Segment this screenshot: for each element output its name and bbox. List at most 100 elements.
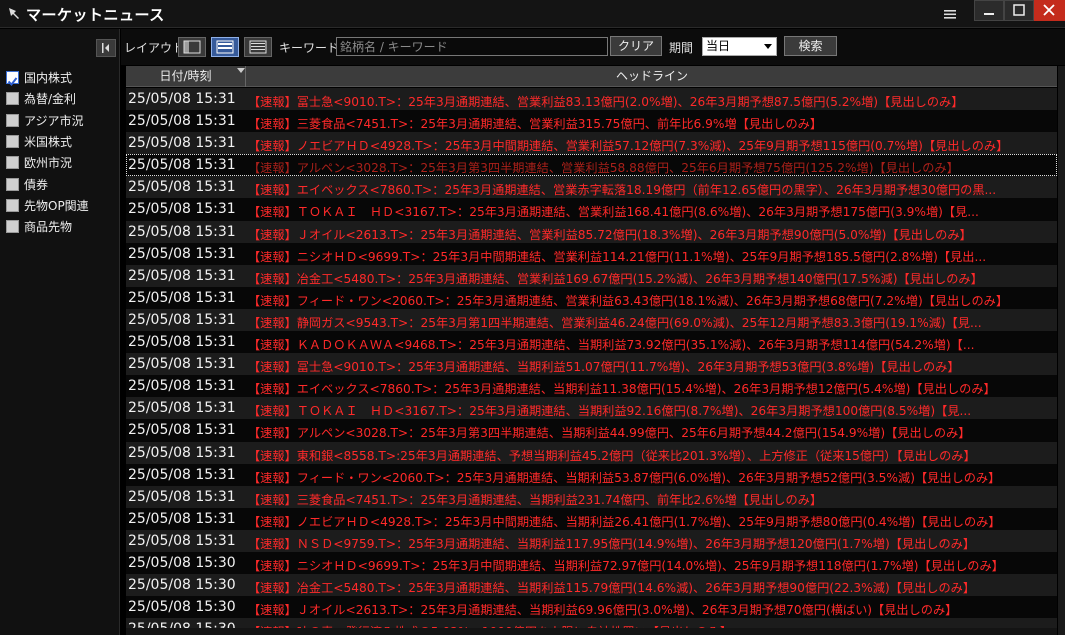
category-item[interactable]: 米国株式 xyxy=(6,133,116,151)
checkbox[interactable] xyxy=(6,113,19,127)
checkbox[interactable] xyxy=(6,177,19,191)
row-headline[interactable]: 【速報】冶金工<5480.T>：25年3月通期連結、当期利益115.79億円(1… xyxy=(248,578,975,596)
search-button[interactable]: 検索 xyxy=(784,36,837,56)
layout-dense-icon xyxy=(249,40,267,54)
checkbox[interactable] xyxy=(6,92,19,106)
table-row[interactable]: 25/05/08 15:31 【速報】ノエビアＨＤ<4928.T>：25年3月中間… xyxy=(126,507,1057,530)
row-headline[interactable]: 【速報】ノエビアＨＤ<4928.T>：25年3月中間期連結、当期利益26.41億… xyxy=(248,512,1001,530)
checkbox[interactable] xyxy=(6,198,19,212)
table-row[interactable]: 25/05/08 15:31 【速報】Ｊオイル<2613.T>：25年3月通期連結… xyxy=(126,220,1057,243)
row-headline[interactable]: 【速報】ＴＯＫＡＩ ＨＤ<3167.T>：25年3月通期連結、当期利益92.16… xyxy=(248,401,971,419)
table-row[interactable]: 25/05/08 15:31 【速報】冶金工<5480.T>：25年3月通期連結、… xyxy=(126,264,1057,287)
row-headline[interactable]: 【速報】冶金工<5480.T>：25年3月通期連結、営業利益169.67億円(1… xyxy=(248,269,983,287)
table-row[interactable]: 25/05/08 15:31 【速報】ニシオＨＤ<9699.T>：25年3月中間期… xyxy=(126,242,1057,265)
row-headline[interactable]: 【速報】アルペン<3028.T>：25年3月第3四半期連結、営業利益58.88億… xyxy=(248,158,959,176)
row-headline[interactable]: 【速報】冨士急<9010.T>：25年3月通期連結、当期利益51.07億円(11… xyxy=(248,357,960,375)
row-headline[interactable]: 【速報】フィード・ワン<2060.T>：25年3月通期連結、営業利益63.43億… xyxy=(248,291,1008,309)
hamburger-icon[interactable] xyxy=(942,6,958,22)
row-headline[interactable]: 【速報】静岡ガス<9543.T>：25年3月第1四半期連結、営業利益46.24億… xyxy=(248,313,982,331)
category-item[interactable]: 為替/金利 xyxy=(6,90,116,108)
table-row[interactable]: 25/05/08 15:31 【速報】三菱食品<7451.T>：25年3月通期連結… xyxy=(126,110,1057,133)
checkmark-icon xyxy=(7,77,18,87)
table-row[interactable]: 25/05/08 15:31 【速報】静岡ガス<9543.T>：25年3月第1四半… xyxy=(126,308,1057,332)
period-select[interactable]: 当日 xyxy=(702,37,777,56)
row-headline[interactable]: 【速報】エイベックス<7860.T>：25年3月通期連結、当期利益11.38億円… xyxy=(248,379,996,397)
column-header-date[interactable]: 日付/時刻 xyxy=(126,66,246,87)
table-row[interactable]: 25/05/08 15:30 【速報】Ｊオイル<2613.T>：25年3月通期連結… xyxy=(126,596,1057,619)
period-label: 期間 xyxy=(669,41,694,55)
minimize-button[interactable] xyxy=(974,0,1004,21)
table-row[interactable]: 25/05/08 15:31 【速報】ＴＯＫＡＩ ＨＤ<3167.T>：25年3月… xyxy=(126,198,1057,221)
row-headline[interactable]: 【速報】東和銀<8558.T>:25年3月通期連結、予想当期利益45.2億円（従… xyxy=(248,446,976,464)
table-row[interactable]: 25/05/08 15:31 【速報】冨士急<9010.T>：25年3月通期連結、… xyxy=(126,353,1057,376)
close-button[interactable] xyxy=(1034,0,1065,21)
row-headline[interactable]: 【速報】ＴＯＫＡＩ ＨＤ<3167.T>：25年3月通期連結、営業利益168.4… xyxy=(248,202,979,220)
row-headline[interactable]: 【速報】冨士急<9010.T>：25年3月通期連結、営業利益83.13億円(2.… xyxy=(248,92,963,110)
category-label: アジア市況 xyxy=(24,113,84,128)
row-timestamp: 25/05/08 15:30 xyxy=(128,554,236,571)
row-headline[interactable]: 【速報】Ｊオイル<2613.T>：25年3月通期連結、営業利益85.72億円(1… xyxy=(248,225,972,243)
table-row[interactable]: 25/05/08 15:31 【速報】アルペン<3028.T>：25年3月第3四半… xyxy=(126,154,1057,177)
table-row[interactable]: 25/05/08 15:31 【速報】エイベックス<7860.T>：25年3月通期… xyxy=(126,375,1057,398)
column-header-headline[interactable]: ヘッドライン xyxy=(247,66,1057,87)
sort-desc-icon xyxy=(237,68,245,73)
row-timestamp: 25/05/08 15:31 xyxy=(128,135,236,152)
row-timestamp: 25/05/08 15:31 xyxy=(128,532,236,549)
row-headline[interactable]: 【速報】三菱食品<7451.T>：25年3月通期連結、当期利益231.74億円、… xyxy=(248,490,822,508)
row-headline[interactable]: 【速報】三菱食品<7451.T>：25年3月通期連結、営業利益315.75億円、… xyxy=(248,114,822,132)
table-row[interactable]: 25/05/08 15:30 【速報】ニシオＨＤ<9699.T>：25年3月中間期… xyxy=(126,551,1057,575)
row-headline[interactable]: 【速報】ＫＡＤＯＫＡＷＡ<9468.T>：25年3月通期連結、当期利益73.92… xyxy=(248,335,974,353)
table-row[interactable]: 25/05/08 15:31 【速報】フィード・ワン<2060.T>：25年3月通… xyxy=(126,463,1057,486)
row-headline[interactable]: 【速報】Ｊオイル<2613.T>：25年3月通期連結、当期利益69.96億円(3… xyxy=(248,600,957,618)
category-item[interactable]: 欧州市況 xyxy=(6,154,116,172)
vertical-scrollbar[interactable] xyxy=(1058,66,1065,635)
row-headline[interactable]: 【速報】ニシオＨＤ<9699.T>：25年3月中間期連結、当期利益72.97億円… xyxy=(248,556,1004,574)
table-row[interactable]: 25/05/08 15:31 【速報】東和銀<8558.T>:25年3月通期連結、… xyxy=(126,441,1057,464)
maximize-button[interactable] xyxy=(1004,0,1034,21)
table-row[interactable]: 25/05/08 15:31 【速報】アルペン<3028.T>：25年3月第3四半… xyxy=(126,419,1057,442)
row-headline[interactable]: 【速報】ノエビアＨＤ<4928.T>：25年3月中間期連結、営業利益57.12億… xyxy=(248,136,1008,154)
checkbox[interactable] xyxy=(6,156,19,170)
table-row[interactable]: 25/05/08 15:31 【速報】ＫＡＤＯＫＡＷＡ<9468.T>：25年3月… xyxy=(126,331,1057,354)
row-headline[interactable]: 【速報】ＮＳＤ<9759.T>：25年3月通期連結、当期利益117.95億円(1… xyxy=(248,534,975,552)
row-headline[interactable]: 【速報】アルペン<3028.T>：25年3月第3四半期連結、当期利益44.99億… xyxy=(248,423,970,441)
collapse-panel-button[interactable] xyxy=(96,39,116,57)
layout-label: レイアウト xyxy=(124,41,185,55)
category-label: 米国株式 xyxy=(24,134,73,149)
checkbox[interactable] xyxy=(6,134,19,148)
layout-button-2[interactable] xyxy=(211,37,239,57)
row-headline[interactable]: 【速報】エイベックス<7860.T>：25年3月通期連結、営業赤字転落18.19… xyxy=(248,180,996,198)
table-row[interactable]: 25/05/08 15:31 【速報】三菱食品<7451.T>：25年3月通期連結… xyxy=(126,485,1057,508)
table-row[interactable]: 25/05/08 15:31 【速報】冨士急<9010.T>：25年3月通期連結、… xyxy=(126,88,1057,111)
row-headline[interactable]: 【速報】ニシオＨＤ<9699.T>：25年3月中間期連結、営業利益114.21億… xyxy=(248,247,986,265)
table-row[interactable]: 25/05/08 15:30 【速報】冶金工<5480.T>：25年3月通期連結、… xyxy=(126,574,1057,597)
table-row[interactable]: 25/05/08 15:31 【速報】ＴＯＫＡＩ ＨＤ<3167.T>：25年3月… xyxy=(126,397,1057,420)
category-label: 為替/金利 xyxy=(24,92,77,107)
category-item[interactable]: 債券 xyxy=(6,176,116,194)
checkbox-checked[interactable] xyxy=(6,71,19,87)
table-row[interactable]: 25/05/08 15:31 【速報】ＮＳＤ<9759.T>：25年3月通期連結、… xyxy=(126,529,1057,552)
keyword-input[interactable] xyxy=(336,37,608,56)
row-timestamp: 25/05/08 15:31 xyxy=(128,334,236,351)
clear-button[interactable]: クリア xyxy=(610,36,662,56)
row-timestamp: 25/05/08 15:31 xyxy=(128,201,236,218)
layout-list-icon xyxy=(216,40,234,54)
layout-button-3[interactable] xyxy=(244,37,272,57)
table-row[interactable]: 25/05/08 15:31 【速報】エイベックス<7860.T>：25年3月通期… xyxy=(126,176,1057,199)
row-headline[interactable]: 【速報】フィード・ワン<2060.T>：25年3月通期連結、当期利益53.87億… xyxy=(248,468,1000,486)
category-item[interactable]: 国内株式 xyxy=(6,69,116,87)
minimize-icon xyxy=(984,13,994,15)
category-label: 先物OP関連 xyxy=(24,198,89,213)
keyword-label: キーワード xyxy=(279,41,340,55)
table-row[interactable]: 25/05/08 15:31 【速報】フィード・ワン<2060.T>：25年3月通… xyxy=(126,286,1057,309)
maximize-icon xyxy=(1013,4,1025,16)
category-item[interactable]: 商品先物 xyxy=(6,218,116,236)
category-item[interactable]: アジア市況 xyxy=(6,112,116,130)
horizontal-scrollbar[interactable] xyxy=(126,628,1057,635)
category-item[interactable]: 先物OP関連 xyxy=(6,197,116,215)
checkbox[interactable] xyxy=(6,220,19,234)
table-row[interactable]: 25/05/08 15:31 【速報】ノエビアＨＤ<4928.T>：25年3月中間… xyxy=(126,132,1057,155)
row-timestamp: 25/05/08 15:31 xyxy=(128,289,236,306)
row-timestamp: 25/05/08 15:31 xyxy=(128,466,236,483)
layout-button-1[interactable] xyxy=(178,37,206,57)
